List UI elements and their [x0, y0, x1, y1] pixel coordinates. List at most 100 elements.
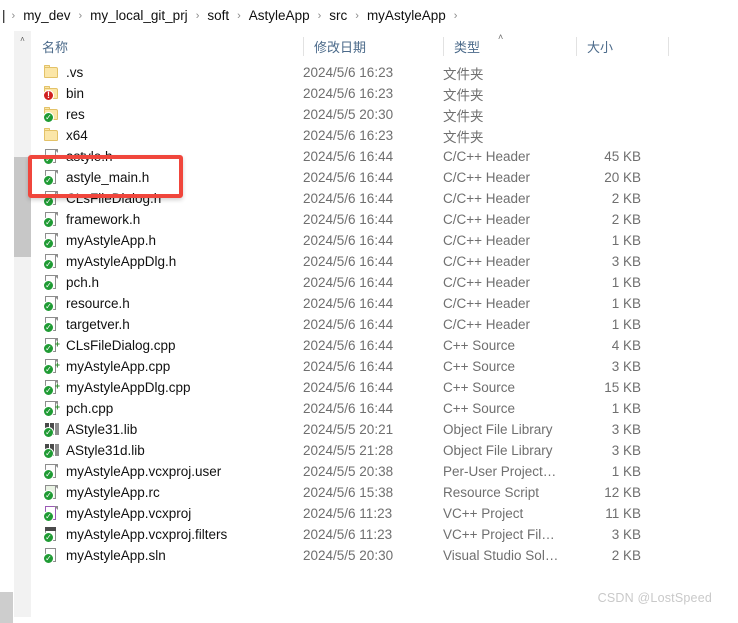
file-row[interactable]: ✓ astyle_main.h 2024/5/6 16:44 C/C++ Header… — [31, 167, 738, 188]
scroll-up-arrow-icon[interactable]: ˄ — [14, 31, 31, 48]
file-row[interactable]: + ✓ CLsFileDialog.cpp 2024/5/6 16:44 C++ Sou… — [31, 335, 738, 356]
file-name[interactable]: myAstyleAppDlg.h — [66, 254, 176, 269]
file-row[interactable]: ! bin 2024/5/6 16:23 文件夹 — [31, 83, 738, 104]
file-name[interactable]: astyle.h — [66, 149, 113, 164]
breadcrumb-item-my_local_git_prj[interactable]: my_local_git_prj — [88, 8, 190, 23]
file-name[interactable]: res — [66, 107, 85, 122]
file-name[interactable]: bin — [66, 86, 84, 101]
file-name[interactable]: myAstyleApp.rc — [66, 485, 160, 500]
file-name[interactable]: myAstyleApp.vcxproj — [66, 506, 191, 521]
file-name[interactable]: targetver.h — [66, 317, 130, 332]
file-size: 1 KB — [611, 275, 641, 290]
header-file-icon: ✓ — [43, 316, 60, 333]
file-type: C/C++ Header — [443, 233, 531, 248]
column-header-type[interactable]: 类型 — [443, 31, 576, 62]
sync-error-badge-icon: ! — [43, 90, 54, 101]
file-row[interactable]: ✓ resource.h 2024/5/6 16:44 C/C++ Header 1 K… — [31, 293, 738, 314]
outer-scroll-thumb[interactable] — [0, 592, 13, 623]
file-type: VC++ Project — [443, 506, 524, 521]
folder-icon: ! — [43, 85, 60, 102]
outer-scroll-strip[interactable] — [0, 31, 14, 623]
file-name[interactable]: pch.h — [66, 275, 99, 290]
file-size: 45 KB — [604, 149, 641, 164]
file-size: 1 KB — [611, 401, 641, 416]
file-modified-date: 2024/5/6 15:38 — [303, 485, 394, 500]
file-row[interactable]: ✓ myAstyleApp.vcxproj 2024/5/6 11:23 VC++ P… — [31, 503, 738, 524]
file-name[interactable]: myAstyleApp.h — [66, 233, 156, 248]
breadcrumb-item-myastyleapp[interactable]: myAstyleApp — [365, 8, 448, 23]
file-name[interactable]: myAstyleApp.cpp — [66, 359, 170, 374]
header-file-icon: ✓ — [43, 148, 60, 165]
breadcrumb-item-src[interactable]: src — [327, 8, 349, 23]
file-row[interactable]: x64 2024/5/6 16:23 文件夹 — [31, 125, 738, 146]
breadcrumb-item-soft[interactable]: soft — [205, 8, 231, 23]
file-row[interactable]: ✓ AStyle31d.lib 2024/5/5 21:28 Object File … — [31, 440, 738, 461]
column-header-date[interactable]: 修改日期 — [303, 31, 443, 62]
file-name[interactable]: myAstyleApp.vcxproj.filters — [66, 527, 227, 542]
breadcrumb-item-astyleapp[interactable]: AstyleApp — [247, 8, 312, 23]
header-file-icon: ✓ — [43, 232, 60, 249]
sync-ok-badge-icon: ✓ — [43, 238, 54, 249]
file-row[interactable]: ✓ targetver.h 2024/5/6 16:44 C/C++ Header 1 … — [31, 314, 738, 335]
user-project-file-icon: ✓ — [43, 463, 60, 480]
file-row[interactable]: ✓ res 2024/5/5 20:30 文件夹 — [31, 104, 738, 125]
vertical-scrollbar[interactable]: ˄ — [14, 31, 32, 617]
vertical-scrollbar-thumb[interactable] — [14, 157, 31, 257]
sync-ok-badge-icon: ✓ — [43, 343, 54, 354]
file-name[interactable]: myAstyleApp.vcxproj.user — [66, 464, 221, 479]
column-header-name[interactable]: 名称 — [31, 31, 303, 62]
file-size: 3 KB — [611, 422, 641, 437]
breadcrumb[interactable]: | › my_dev › my_local_git_prj › soft › AstyleAp… — [0, 0, 738, 32]
file-row[interactable]: ✓ framework.h 2024/5/6 16:44 C/C++ Header 2 … — [31, 209, 738, 230]
file-name[interactable]: x64 — [66, 128, 88, 143]
file-name[interactable]: CLsFileDialog.cpp — [66, 338, 176, 353]
file-name[interactable]: astyle_main.h — [66, 170, 149, 185]
file-name[interactable]: AStyle31.lib — [66, 422, 137, 437]
file-row[interactable]: .vs 2024/5/6 16:23 文件夹 — [31, 62, 738, 83]
file-row[interactable]: ✓ myAstyleApp.rc 2024/5/6 15:38 Resource Sc… — [31, 482, 738, 503]
file-row[interactable]: ✓ myAstyleApp.vcxproj.user 2024/5/5 20:38 P… — [31, 461, 738, 482]
file-row[interactable]: ✓ astyle.h 2024/5/6 16:44 C/C++ Header 45 KB — [31, 146, 738, 167]
sync-ok-badge-icon: ✓ — [43, 280, 54, 291]
file-name[interactable]: myAstyleAppDlg.cpp — [66, 380, 191, 395]
column-divider[interactable] — [668, 37, 669, 56]
file-row[interactable]: + ✓ myAstyleAppDlg.cpp 2024/5/6 16:44 C++ So… — [31, 377, 738, 398]
file-name[interactable]: framework.h — [66, 212, 140, 227]
file-icon-wrapper: ✓ — [43, 463, 60, 480]
sync-ok-badge-icon: ✓ — [43, 196, 54, 207]
file-type: Per-User Project… — [443, 464, 557, 479]
file-row[interactable]: ✓ AStyle31.lib 2024/5/5 20:21 Object File L… — [31, 419, 738, 440]
file-name[interactable]: resource.h — [66, 296, 130, 311]
file-size: 2 KB — [611, 212, 641, 227]
sync-ok-badge-icon: ✓ — [43, 448, 54, 459]
file-icon-wrapper: + ✓ — [43, 337, 60, 354]
breadcrumb-item-my_dev[interactable]: my_dev — [21, 8, 72, 23]
file-row[interactable]: + ✓ pch.cpp 2024/5/6 16:44 C++ Source 1 KB — [31, 398, 738, 419]
file-type: C/C++ Header — [443, 191, 531, 206]
file-name[interactable]: CLsFileDialog.h — [66, 191, 161, 206]
file-row[interactable]: ✓ myAstyleApp.h 2024/5/6 16:44 C/C++ Header… — [31, 230, 738, 251]
file-icon-wrapper: ✓ — [43, 106, 60, 123]
file-name[interactable]: myAstyleApp.sln — [66, 548, 166, 563]
file-row[interactable]: + ✓ myAstyleApp.cpp 2024/5/6 16:44 C++ Sourc… — [31, 356, 738, 377]
file-icon-wrapper — [43, 127, 60, 144]
file-row[interactable]: ✓ pch.h 2024/5/6 16:44 C/C++ Header 1 KB — [31, 272, 738, 293]
file-icon-wrapper: ✓ — [43, 547, 60, 564]
sync-ok-badge-icon: ✓ — [43, 175, 54, 186]
file-row[interactable]: ✓ CLsFileDialog.h 2024/5/6 16:44 C/C++ Head… — [31, 188, 738, 209]
column-header-size[interactable]: 大小 — [576, 31, 668, 62]
file-row[interactable]: ✓ myAstyleApp.vcxproj.filters 2024/5/6 11:… — [31, 524, 738, 545]
file-type: 文件夹 — [443, 66, 484, 82]
file-modified-date: 2024/5/5 20:30 — [303, 107, 394, 122]
sync-ok-badge-icon: ✓ — [43, 301, 54, 312]
file-name[interactable]: pch.cpp — [66, 401, 113, 416]
file-list[interactable]: .vs 2024/5/6 16:23 文件夹! bin 2024/5/6 16:23 文件… — [31, 62, 738, 617]
file-modified-date: 2024/5/6 16:23 — [303, 65, 394, 80]
file-name[interactable]: .vs — [66, 65, 83, 80]
file-row[interactable]: ✓ myAstyleApp.sln 2024/5/5 20:30 Visual Stu… — [31, 545, 738, 566]
file-row[interactable]: ✓ myAstyleAppDlg.h 2024/5/6 16:44 C/C++ Hea… — [31, 251, 738, 272]
file-modified-date: 2024/5/5 21:28 — [303, 443, 394, 458]
file-name[interactable]: AStyle31d.lib — [66, 443, 145, 458]
file-icon-wrapper: ✓ — [43, 442, 60, 459]
file-icon-wrapper: + ✓ — [43, 379, 60, 396]
